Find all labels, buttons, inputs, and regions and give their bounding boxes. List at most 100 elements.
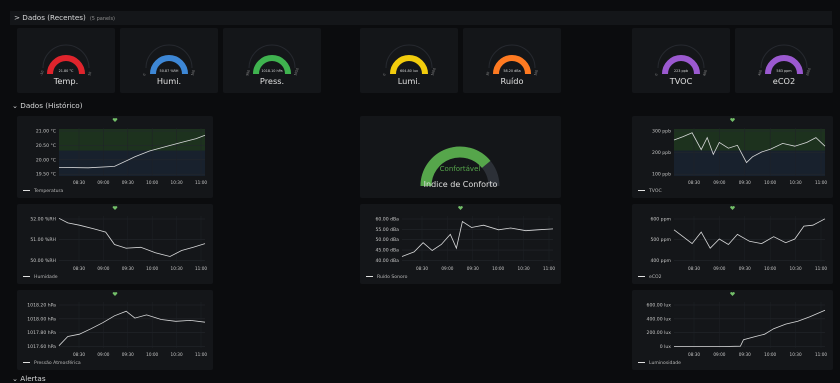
x-tick-label: 09:30	[739, 266, 751, 271]
chart-temperatura: 21.00 °C 20.50 °C 20.00 °C 19.50 °C 08:30 09:…	[36, 118, 207, 185]
y-tick-label: 21.00 °C	[36, 129, 56, 135]
x-tick-label: 10:00	[764, 352, 776, 357]
gauge-value-temp: 21.80 °C	[59, 69, 74, 73]
x-tick-label: 09:00	[97, 180, 109, 185]
recent-row-count: (5 panels)	[89, 16, 116, 22]
x-tick-label: 09:00	[97, 266, 109, 271]
x-tick-label: 08:30	[688, 266, 700, 271]
heart-icon	[112, 118, 118, 122]
legend-label: Humidade	[34, 275, 58, 280]
recent-row-title[interactable]: > Dados (Recentes) (5 panels)	[14, 13, 115, 22]
gauge-label-tvoc: TVOC	[669, 76, 693, 86]
x-tick-label: 09:00	[97, 352, 109, 357]
legend-label: eCO2	[649, 275, 662, 280]
legend-swatch	[23, 189, 30, 192]
x-tick-label: 08:30	[73, 180, 85, 185]
heart-icon	[458, 206, 463, 210]
y-tick-label: 100 ppb	[652, 172, 671, 178]
y-tick-label: 45.00 dBa	[376, 248, 400, 254]
x-tick-label: 10:30	[518, 266, 530, 271]
x-tick-label: 08:30	[73, 352, 85, 357]
y-tick-label: 60.00 dBa	[376, 217, 400, 223]
x-tick-label: 10:00	[146, 352, 158, 357]
gauge-value-humi: 50.87 %RH	[160, 69, 179, 73]
recent-row-header[interactable]	[10, 11, 832, 25]
x-tick-label: 10:00	[492, 266, 504, 271]
chart-tvoc: 300 ppb 200 ppb 100 ppb 08:30 09:00 09:30 10:0…	[652, 118, 827, 185]
heart-icon	[730, 206, 735, 210]
y-tick-label: 20.00 °C	[36, 157, 56, 163]
y-tick-label: 55.00 dBa	[376, 227, 400, 233]
y-tick-label: 1018.20 hPa	[27, 303, 56, 309]
x-tick-label: 09:30	[739, 352, 751, 357]
gauge-value-press: 1018.10 hPa	[261, 69, 282, 73]
x-tick-label: 10:30	[790, 266, 802, 271]
legend-swatch	[638, 189, 645, 192]
y-tick-label: 600.00 lux	[647, 303, 672, 309]
chart-eco2: 600 ppm 500 ppm 400 ppm 08:30 09:00 09:30 10:0…	[650, 206, 827, 271]
x-tick-label: 10:00	[146, 180, 158, 185]
legend-luminosidade[interactable]: Luminosidade	[638, 361, 681, 366]
chart-ruido: 60.00 dBa 55.00 dBa 50.00 dBa 45.00 dBa 40.0…	[376, 206, 555, 271]
alerts-row-title[interactable]: ⌄ Alertas	[12, 374, 46, 383]
gauge-label-humi: Humi.	[156, 76, 182, 86]
x-tick-label: 09:30	[122, 180, 134, 185]
y-tick-label: 50.00 dBa	[376, 237, 400, 243]
legend-pressao[interactable]: Pressão Atmosférica	[23, 361, 81, 366]
y-tick-label: 600 ppm	[650, 217, 671, 223]
y-tick-label: 20.50 °C	[36, 143, 56, 149]
comfort-title: Indice de Conforto	[423, 180, 498, 189]
series-line-luminosidade	[674, 309, 826, 347]
x-tick-label: 08:30	[73, 266, 85, 271]
y-tick-label: 300 ppb	[652, 129, 671, 135]
y-tick-label: 1017.80 hPa	[27, 330, 56, 336]
gauge-max-press: 1050	[293, 67, 300, 76]
chart-luminosidade: 600.00 lux 400.00 lux 200.00 lux 0 lux 08:30…	[647, 292, 827, 357]
legend-temperatura[interactable]: Temperatura	[23, 189, 63, 194]
gauge-max-eco2: 2000	[805, 67, 812, 76]
y-tick-label: 400 ppm	[650, 258, 671, 264]
y-tick-label: 1017.60 hPa	[27, 344, 56, 350]
series-line-pressao	[58, 310, 206, 346]
x-tick-label: 11:00	[815, 180, 827, 185]
legend-humidade[interactable]: Humidade	[23, 275, 58, 280]
gauge-value-lumi: 604.80 lux	[400, 69, 418, 73]
gauge-label-rudo: Ruído	[500, 76, 524, 86]
y-tick-label: 500 ppm	[650, 237, 671, 243]
x-tick-label: 09:30	[122, 352, 134, 357]
gauge-label-eco2: eCO2	[772, 76, 796, 86]
history-row-title[interactable]: ⌄ Dados (Histórico)	[12, 101, 83, 110]
x-tick-label: 10:30	[790, 180, 802, 185]
legend-tvoc[interactable]: TVOC	[638, 189, 662, 194]
y-tick-label: 200 ppb	[652, 150, 671, 156]
x-tick-label: 09:00	[441, 266, 453, 271]
x-tick-label: 10:30	[790, 352, 802, 357]
legend-label: Luminosidade	[649, 361, 682, 366]
gauge-label-temp: Temp.	[53, 76, 79, 86]
x-tick-label: 09:30	[122, 266, 134, 271]
x-tick-label: 10:30	[171, 180, 183, 185]
y-tick-label: 1018.00 hPa	[27, 316, 56, 322]
legend-swatch	[23, 361, 30, 364]
heart-icon	[112, 206, 118, 210]
legend-label: TVOC	[649, 189, 662, 194]
y-tick-label: 52.00 %RH	[30, 217, 56, 223]
gauge-label-lumi: Lumi.	[397, 76, 421, 86]
chart-pressao: 1018.20 hPa 1018.00 hPa 1017.80 hPa 1017.60…	[27, 292, 207, 357]
gauge-max-lumi: 1000	[430, 67, 437, 76]
band-low-temperatura	[59, 150, 205, 176]
y-tick-label: 400.00 lux	[647, 316, 672, 322]
legend-ruido[interactable]: Ruído Sonoro	[366, 275, 407, 280]
legend-eco2[interactable]: eCO2	[638, 275, 662, 280]
y-tick-label: 0 lux	[660, 344, 672, 350]
legend-label: Temperatura	[34, 189, 64, 194]
series-line-eco2	[673, 218, 826, 249]
y-tick-label: 200.00 lux	[647, 330, 672, 336]
threshold-band-temperatura	[59, 128, 205, 151]
x-tick-label: 08:30	[688, 180, 700, 185]
y-tick-label: 50.00 %RH	[30, 258, 56, 264]
x-tick-label: 10:00	[764, 180, 776, 185]
x-tick-label: 10:30	[171, 352, 183, 357]
y-tick-label: 40.00 dBa	[376, 258, 400, 264]
x-tick-label: 08:30	[416, 266, 428, 271]
